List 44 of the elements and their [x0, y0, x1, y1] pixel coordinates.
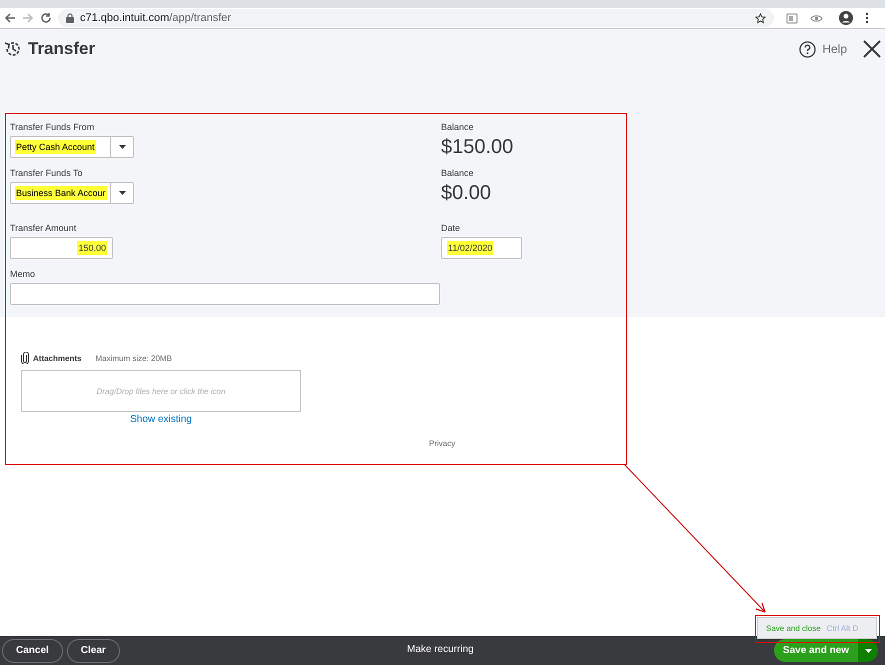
- cancel-button[interactable]: Cancel: [2, 638, 63, 662]
- field-label: Transfer Funds From: [10, 121, 94, 133]
- help-icon[interactable]: [799, 40, 816, 58]
- paperclip-icon[interactable]: [21, 352, 29, 364]
- attachments-label: Attachments: [33, 354, 82, 362]
- back-icon[interactable]: [4, 12, 16, 24]
- caret-icon: [864, 648, 872, 652]
- field-value: 150.00: [77, 241, 107, 255]
- privacy-link[interactable]: Privacy: [429, 439, 456, 448]
- max-size-note: Maximum size: 20MB: [95, 354, 172, 362]
- lock-icon: [66, 13, 74, 23]
- account-icon[interactable]: [839, 11, 853, 25]
- address-bar[interactable]: c71.qbo.intuit.com/app/transfer: [58, 9, 774, 27]
- date-field[interactable]: 11/02/2020: [441, 237, 522, 259]
- field-label: Balance: [441, 167, 474, 179]
- field-value: 11/02/2020: [447, 241, 494, 255]
- memo-field[interactable]: [10, 283, 440, 305]
- caret-icon: [118, 191, 126, 195]
- account-dropdown[interactable]: Petty Cash Account: [10, 136, 134, 158]
- field-label: Transfer Amount: [10, 222, 76, 234]
- caret-icon: [118, 145, 126, 149]
- clear-button[interactable]: Clear: [66, 638, 120, 662]
- field-label: Date: [441, 222, 460, 234]
- field-label: Balance: [441, 121, 474, 133]
- save-options-button[interactable]: [858, 639, 878, 662]
- eye-icon[interactable]: [810, 14, 823, 22]
- show-existing-link[interactable]: Show existing: [21, 414, 301, 425]
- reload-icon[interactable]: [40, 12, 52, 24]
- make-recurring-link[interactable]: Make recurring: [407, 644, 474, 655]
- menu-icon[interactable]: [865, 12, 869, 24]
- extension-icon[interactable]: [786, 12, 798, 24]
- page-title: Transfer: [28, 39, 96, 59]
- amount-field[interactable]: 150.00: [10, 237, 113, 259]
- field-value: Petty Cash Account: [15, 140, 96, 154]
- star-icon[interactable]: [755, 12, 766, 24]
- close-icon[interactable]: [863, 40, 881, 58]
- balance-amount: $0.00: [441, 182, 492, 204]
- field-label: Transfer Funds To: [10, 167, 83, 179]
- account-dropdown[interactable]: Business Bank Accour: [10, 182, 134, 204]
- history-icon: [4, 40, 22, 58]
- field-value: Business Bank Accour: [15, 186, 107, 200]
- field-label: Memo: [10, 268, 36, 280]
- help-link[interactable]: Help: [822, 42, 847, 56]
- balance-amount: $150.00: [441, 136, 514, 158]
